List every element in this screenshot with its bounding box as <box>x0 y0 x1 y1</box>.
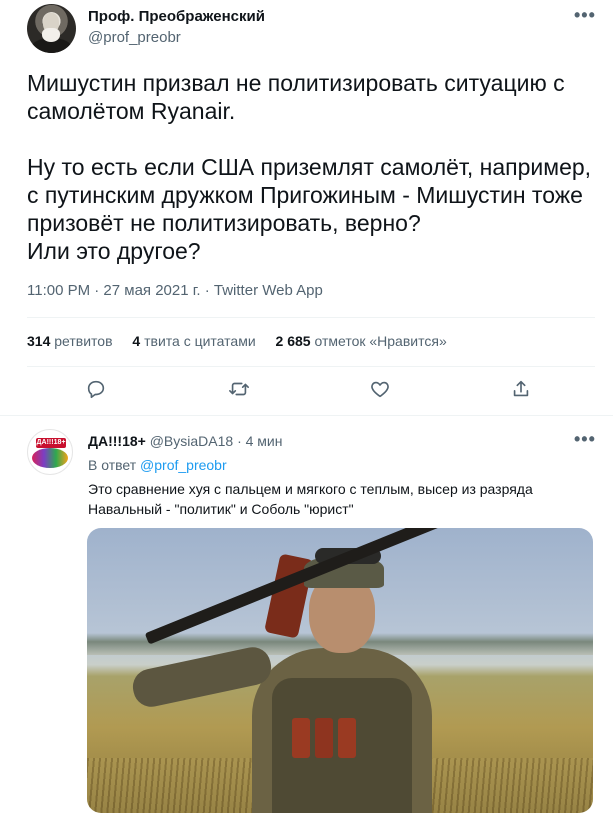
reply-handle[interactable]: @BysiaDA18 <box>150 433 233 449</box>
avatar-beard <box>42 28 60 42</box>
quotes-stat[interactable]: 4 твита с цитатами <box>132 333 255 349</box>
reply-display-name[interactable]: ДА!!!18+ <box>88 433 146 449</box>
quotes-count: 4 <box>132 333 141 349</box>
main-tweet: Проф. Преображенский @prof_preobr ••• Ми… <box>0 0 613 415</box>
more-options-icon[interactable]: ••• <box>574 429 596 450</box>
retweets-label: ретвитов <box>54 333 113 349</box>
more-options-icon[interactable]: ••• <box>574 5 596 26</box>
share-icon <box>513 380 529 397</box>
retweets-count: 314 <box>27 333 51 349</box>
photo-magazine <box>315 718 333 758</box>
quotes-label: твита с цитатами <box>144 333 256 349</box>
reply-icon <box>87 380 105 399</box>
avatar-logo-text: ДА!!!18+ <box>36 439 66 446</box>
retweets-stat[interactable]: 314 ретвитов <box>27 333 113 349</box>
likes-count: 2 685 <box>275 333 311 349</box>
reply-to: В ответ @prof_preobr <box>88 457 227 473</box>
reply-button[interactable] <box>85 378 111 404</box>
divider <box>27 366 595 367</box>
tweet-text: Мишустин призвал не политизировать ситуа… <box>27 70 592 264</box>
divider <box>27 317 595 318</box>
photo-magazine <box>292 718 310 758</box>
retweet-button[interactable] <box>228 378 254 404</box>
avatar-logo: ДА!!!18+ <box>36 438 66 448</box>
likes-label: отметок «Нравится» <box>314 333 447 349</box>
like-button[interactable] <box>369 378 395 404</box>
tweet-photo[interactable] <box>87 528 593 813</box>
share-button[interactable] <box>510 378 536 404</box>
reply-to-prefix: В ответ <box>88 457 137 473</box>
likes-stat[interactable]: 2 685 отметок «Нравится» <box>276 333 447 349</box>
avatar[interactable]: ДА!!!18+ <box>27 429 73 475</box>
reply-author[interactable]: ДА!!!18+ @BysiaDA18 · 4 мин <box>88 433 282 449</box>
tweet-timestamp[interactable]: 11:00 PM · 27 мая 2021 г. · Twitter Web … <box>27 282 323 299</box>
reply-to-handle-link[interactable]: @prof_preobr <box>140 457 227 473</box>
tweet-stats: 314 ретвитов 4 твита с цитатами 2 685 от… <box>27 333 463 349</box>
reply-tweet[interactable]: ДА!!!18+ ДА!!!18+ @BysiaDA18 · 4 мин •••… <box>0 416 613 814</box>
reply-text: Это сравнение хуя с пальцем и мягкого с … <box>88 481 533 517</box>
reply-time[interactable]: · 4 мин <box>237 433 282 449</box>
tweet-actions <box>0 378 613 408</box>
author-handle[interactable]: @prof_preobr <box>88 29 181 46</box>
avatar-graphic <box>32 448 68 468</box>
author-display-name[interactable]: Проф. Преображенский <box>88 8 265 25</box>
avatar[interactable] <box>27 4 76 53</box>
like-icon <box>371 381 389 398</box>
retweet-icon <box>229 382 249 396</box>
photo-magazine <box>338 718 356 758</box>
